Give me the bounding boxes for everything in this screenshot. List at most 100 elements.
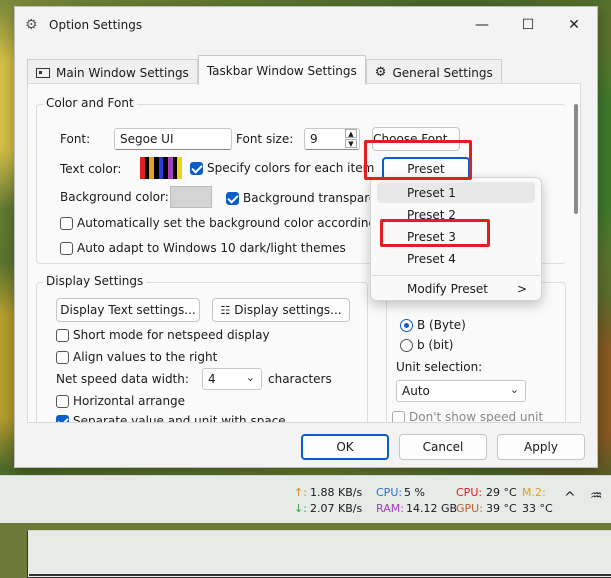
radio-label: B (Byte) xyxy=(417,318,466,332)
display-settings-button[interactable]: ☷ Display settings... xyxy=(212,298,350,322)
cpu-label: CPU: xyxy=(376,486,403,499)
preset-item-1[interactable]: Preset 1 xyxy=(377,182,535,203)
radio-label: b (bit) xyxy=(417,338,454,352)
checkbox-label: Short mode for netspeed display xyxy=(73,328,270,342)
minimize-button[interactable]: — xyxy=(459,7,505,43)
align-right-checkbox[interactable]: Align values to the right xyxy=(56,350,217,364)
font-size-label: Font size: xyxy=(236,132,294,146)
pulse-icon[interactable]: ♒ xyxy=(590,488,603,504)
menu-separator xyxy=(371,275,541,276)
tab-bar: Main Window Settings Taskbar Window Sett… xyxy=(27,55,611,578)
gpu-temp: 39 °C xyxy=(486,502,517,515)
cpu-temp-label: CPU: xyxy=(456,486,483,499)
checkbox-checked xyxy=(226,191,239,205)
horizontal-checkbox[interactable]: Horizontal arrange xyxy=(56,394,185,408)
group-title: Color and Font xyxy=(43,96,137,110)
tab-main-window[interactable]: Main Window Settings xyxy=(27,59,198,85)
checkbox-checked xyxy=(190,161,203,175)
checkbox-label: Separate value and unit with space xyxy=(73,414,286,423)
background-color-label: Background color: xyxy=(60,190,169,204)
gpu-temp-label: GPU: xyxy=(456,502,483,515)
font-size-value: 9 xyxy=(310,132,318,146)
highlight-preset-button xyxy=(364,140,472,180)
chevron-down-icon: ⌄ xyxy=(509,383,519,396)
checkbox-label: Background transparent xyxy=(243,191,389,205)
font-label: Font: xyxy=(60,132,91,146)
spin-down-icon[interactable]: ▼ xyxy=(345,139,357,148)
checkbox-label: Don't show speed unit xyxy=(409,410,544,423)
checkbox-label: Align values to the right xyxy=(73,350,218,364)
specify-colors-checkbox[interactable]: Specify colors for each item xyxy=(190,161,374,175)
ok-button[interactable]: OK xyxy=(301,434,389,460)
ram-usage: 14.12 GB xyxy=(406,502,458,515)
checkbox-unchecked xyxy=(60,241,73,255)
font-field[interactable]: Segoe UI xyxy=(114,128,232,150)
select-value: 4 xyxy=(208,372,216,386)
font-size-field[interactable]: 9 ▲ ▼ xyxy=(304,128,360,150)
apply-button[interactable]: Apply xyxy=(497,434,585,460)
download-arrow-icon: ↓: xyxy=(294,502,307,515)
checkbox-unchecked xyxy=(56,328,69,342)
group-title: Display Settings xyxy=(43,274,147,288)
radio-unselected xyxy=(400,338,413,352)
button-label: Display settings... xyxy=(234,303,342,317)
tab-label: General Settings xyxy=(392,65,493,80)
checkbox-unchecked xyxy=(56,350,69,364)
chevron-down-icon: ⌄ xyxy=(245,371,255,384)
short-mode-checkbox[interactable]: Short mode for netspeed display xyxy=(56,328,270,342)
chevron-up-icon[interactable]: ^ xyxy=(564,490,576,506)
maximize-button[interactable]: ☐ xyxy=(505,7,551,43)
tab-taskbar-window[interactable]: Taskbar Window Settings xyxy=(27,55,611,578)
checkbox-checked xyxy=(56,414,69,422)
m2-temp: 33 °C xyxy=(522,502,553,515)
window-title: Option Settings xyxy=(49,18,143,32)
window-icon xyxy=(36,67,50,78)
tab-label: Taskbar Window Settings xyxy=(206,63,357,78)
menu-item-label: Modify Preset xyxy=(407,281,488,296)
cancel-button[interactable]: Cancel xyxy=(399,434,487,460)
bit-radio[interactable]: b (bit) xyxy=(400,338,453,352)
checkbox-unchecked xyxy=(56,394,69,408)
close-button[interactable]: ✕ xyxy=(551,7,597,43)
chevron-right-icon: > xyxy=(516,281,527,296)
upload-arrow-icon: ↑: xyxy=(294,486,307,499)
preset-item-4[interactable]: Preset 4 xyxy=(377,248,535,269)
tab-label: Main Window Settings xyxy=(56,65,189,80)
dont-show-unit-checkbox[interactable]: Don't show speed unit xyxy=(392,410,544,423)
byte-radio[interactable]: B (Byte) xyxy=(400,318,466,332)
spin-up-icon[interactable]: ▲ xyxy=(345,129,357,138)
upload-speed: 1.88 KB/s xyxy=(310,486,363,499)
taskbar: ↑: 1.88 KB/s ↓: 2.07 KB/s CPU: 5 % RAM: … xyxy=(0,475,611,523)
modify-preset-item[interactable]: Modify Preset > xyxy=(377,278,535,299)
color-stripe xyxy=(177,157,183,179)
select-value: Auto xyxy=(402,384,430,398)
list-icon: ☷ xyxy=(220,303,231,317)
separate-unit-checkbox[interactable]: Separate value and unit with space xyxy=(56,414,286,423)
gear-icon: ⚙ xyxy=(374,65,387,80)
ram-label: RAM: xyxy=(376,502,404,515)
auto-bg-checkbox[interactable]: Automatically set the background color a… xyxy=(60,216,415,230)
width-select[interactable]: 4 ⌄ xyxy=(202,368,262,390)
auto-adapt-checkbox[interactable]: Auto adapt to Windows 10 dark/light them… xyxy=(60,241,346,255)
checkbox-label: Automatically set the background color a… xyxy=(77,216,416,230)
taskbar-icon xyxy=(27,530,611,578)
m2-temp-label: M.2: xyxy=(522,486,546,499)
radio-selected xyxy=(400,318,413,332)
width-label: Net speed data width: xyxy=(56,372,189,386)
checkbox-label: Horizontal arrange xyxy=(73,394,186,408)
cpu-temp: 29 °C xyxy=(486,486,517,499)
scrollbar-thumb[interactable] xyxy=(574,104,578,214)
text-color-label: Text color: xyxy=(60,162,122,176)
highlight-preset-3 xyxy=(380,219,490,247)
unit-selection-label: Unit selection: xyxy=(396,360,483,374)
download-speed: 2.07 KB/s xyxy=(310,502,363,515)
background-color-swatch[interactable] xyxy=(170,186,212,208)
tab-general[interactable]: ⚙ General Settings xyxy=(365,59,502,85)
cpu-usage: 5 % xyxy=(404,486,425,499)
characters-label: characters xyxy=(268,372,332,386)
background-transparent-checkbox[interactable]: Background transparent xyxy=(226,191,389,205)
text-color-swatch[interactable] xyxy=(140,157,183,179)
unit-select[interactable]: Auto ⌄ xyxy=(396,380,526,402)
checkbox-label: Specify colors for each item xyxy=(207,161,375,175)
display-text-settings-button[interactable]: Display Text settings... xyxy=(56,298,200,322)
